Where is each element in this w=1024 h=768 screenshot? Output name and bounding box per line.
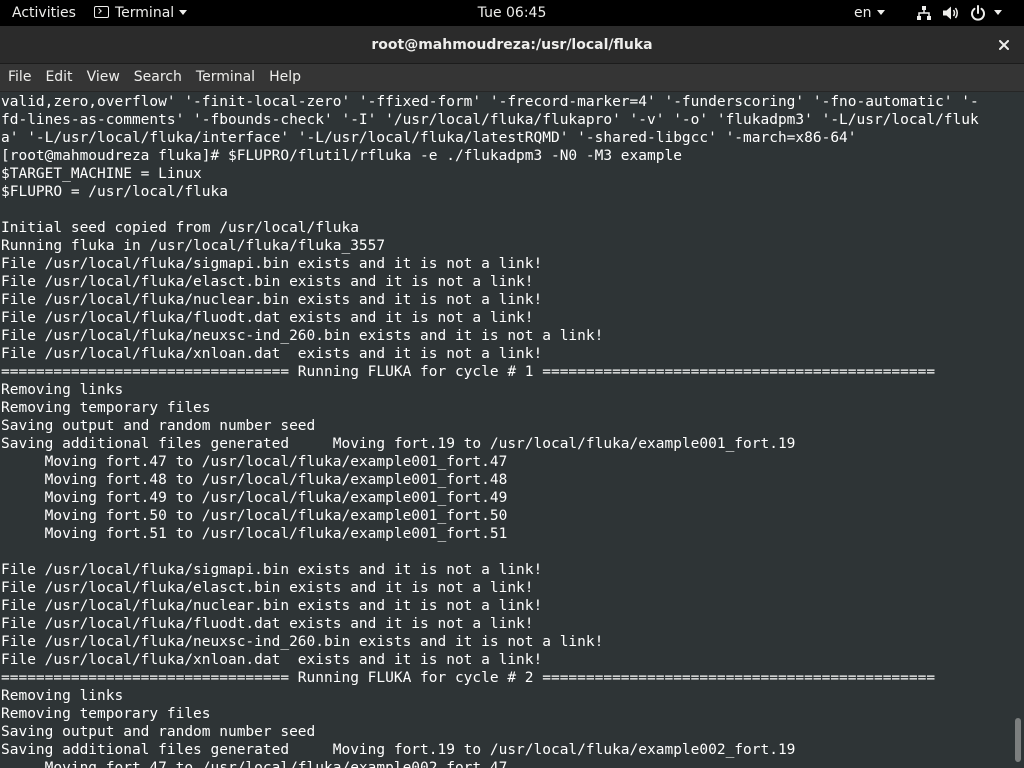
terminal-line: File /usr/local/fluka/nuclear.bin exists… xyxy=(1,292,543,308)
terminal-line: ================================= Runnin… xyxy=(1,364,936,380)
terminal-line: Saving additional files generated Moving… xyxy=(1,436,796,452)
terminal-line: valid,zero,overflow' '-finit-local-zero'… xyxy=(1,94,979,110)
chevron-down-icon xyxy=(179,10,188,15)
app-menu-label: Terminal xyxy=(115,5,175,21)
network-icon xyxy=(917,6,931,20)
menu-file[interactable]: File xyxy=(1,64,38,91)
terminal-line: File /usr/local/fluka/elasct.bin exists … xyxy=(1,580,534,596)
system-menu-button[interactable] xyxy=(916,0,1002,26)
power-icon xyxy=(971,5,985,21)
terminal-line: Removing temporary files xyxy=(1,706,211,722)
close-button[interactable] xyxy=(994,35,1014,55)
terminal-text: valid,zero,overflow' '-finit-local-zero'… xyxy=(0,93,1012,768)
terminal-line: File /usr/local/fluka/fluodt.dat exists … xyxy=(1,310,534,326)
window-title: root@mahmoudreza:/usr/local/fluka xyxy=(371,37,653,53)
terminal-line: Initial seed copied from /usr/local/fluk… xyxy=(1,220,359,236)
menu-help[interactable]: Help xyxy=(262,64,308,91)
terminal-line: File /usr/local/fluka/fluodt.dat exists … xyxy=(1,616,534,632)
volume-icon xyxy=(943,6,958,20)
terminal-line: File /usr/local/fluka/elasct.bin exists … xyxy=(1,274,534,290)
top-bar: Activities Terminal Tue 06:45 en xyxy=(0,0,1024,26)
terminal-line: File /usr/local/fluka/sigmapi.bin exists… xyxy=(1,256,543,272)
language-selector[interactable]: en xyxy=(854,0,885,26)
activities-button[interactable]: Activities xyxy=(12,0,76,26)
terminal-line: Moving fort.47 to /usr/local/fluka/examp… xyxy=(1,454,508,470)
close-icon xyxy=(999,40,1009,50)
terminal-line: File /usr/local/fluka/sigmapi.bin exists… xyxy=(1,562,543,578)
terminal-line: a' '-L/usr/local/fluka/interface' '-L/us… xyxy=(1,130,857,146)
terminal-line: ================================= Runnin… xyxy=(1,670,936,686)
terminal-line: Saving output and random number seed xyxy=(1,418,316,434)
chevron-down-icon xyxy=(876,10,885,15)
clock-button[interactable]: Tue 06:45 xyxy=(478,5,547,21)
chevron-down-icon xyxy=(994,10,1002,15)
terminal-line: Saving additional files generated Moving… xyxy=(1,742,796,758)
menu-view[interactable]: View xyxy=(80,64,127,91)
terminal-line: Moving fort.51 to /usr/local/fluka/examp… xyxy=(1,526,508,542)
terminal-line: Saving output and random number seed xyxy=(1,724,316,740)
terminal-line: File /usr/local/fluka/xnloan.dat exists … xyxy=(1,652,543,668)
scrollbar-thumb[interactable] xyxy=(1015,718,1021,762)
terminal-line: $TARGET_MACHINE = Linux xyxy=(1,166,202,182)
terminal-line: fd-lines-as-comments' '-fbounds-check' '… xyxy=(1,112,979,128)
terminal-line: Moving fort.48 to /usr/local/fluka/examp… xyxy=(1,472,508,488)
menu-edit[interactable]: Edit xyxy=(38,64,79,91)
terminal-line: Moving fort.47 to /usr/local/fluka/examp… xyxy=(1,760,508,768)
terminal-line: Removing links xyxy=(1,382,124,398)
terminal-line: Removing links xyxy=(1,688,124,704)
menu-search[interactable]: Search xyxy=(127,64,189,91)
menu-bar: File Edit View Search Terminal Help xyxy=(0,64,1024,92)
terminal-line: Moving fort.49 to /usr/local/fluka/examp… xyxy=(1,490,508,506)
terminal-line: $FLUPRO = /usr/local/fluka xyxy=(1,184,228,200)
terminal-line: File /usr/local/fluka/neuxsc-ind_260.bin… xyxy=(1,634,604,650)
language-label: en xyxy=(854,5,872,21)
app-menu-button[interactable]: Terminal xyxy=(94,0,188,26)
terminal-line: [root@mahmoudreza fluka]# $FLUPRO/flutil… xyxy=(1,148,682,164)
window-titlebar[interactable]: root@mahmoudreza:/usr/local/fluka xyxy=(0,26,1024,64)
terminal-line: Running fluka in /usr/local/fluka/fluka_… xyxy=(1,238,386,254)
terminal-line: Moving fort.50 to /usr/local/fluka/examp… xyxy=(1,508,508,524)
terminal-line: Removing temporary files xyxy=(1,400,211,416)
terminal-line: File /usr/local/fluka/nuclear.bin exists… xyxy=(1,598,543,614)
scrollbar[interactable] xyxy=(1012,92,1024,768)
menu-terminal[interactable]: Terminal xyxy=(189,64,262,91)
terminal-output[interactable]: valid,zero,overflow' '-finit-local-zero'… xyxy=(0,92,1012,768)
terminal-icon xyxy=(94,6,109,18)
terminal-line: File /usr/local/fluka/neuxsc-ind_260.bin… xyxy=(1,328,604,344)
terminal-line: File /usr/local/fluka/xnloan.dat exists … xyxy=(1,346,543,362)
